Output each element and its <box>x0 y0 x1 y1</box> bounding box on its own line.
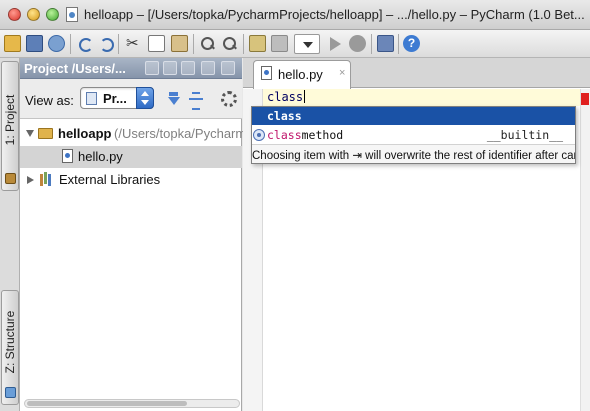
completion-item-text: classmethod <box>267 128 343 142</box>
tab-hello-py[interactable]: hello.py × <box>253 60 351 89</box>
libraries-icon <box>40 172 54 186</box>
view-as-stepper[interactable] <box>136 87 154 109</box>
structure-tool-icon <box>5 387 16 398</box>
code-text: class <box>267 90 304 104</box>
left-tool-stripe: 1: Project Z: Structure <box>0 58 20 411</box>
toolbar-separator <box>118 34 119 54</box>
view-as-value: Pr... <box>103 91 127 106</box>
navigate-up-icon[interactable] <box>249 35 266 52</box>
help-icon[interactable]: ? <box>403 35 420 52</box>
project-horizontal-scrollbar[interactable] <box>24 399 240 408</box>
project-tool-label: 1: Project <box>3 94 17 145</box>
project-panel-title: Project /Users/... <box>24 61 126 76</box>
text-caret <box>304 90 306 103</box>
current-line-highlight <box>263 89 580 106</box>
paste-icon[interactable] <box>171 35 188 52</box>
collapsed-arrow-icon[interactable] <box>27 176 34 184</box>
toolbar-separator <box>243 34 244 54</box>
completion-item-text: class <box>267 109 302 123</box>
tree-node-label: helloapp <box>58 126 112 141</box>
project-tool-button[interactable]: 1: Project <box>1 61 19 191</box>
title-bar: helloapp – [/Users/topka/PycharmProjects… <box>0 0 590 30</box>
expanded-arrow-icon[interactable] <box>26 130 34 137</box>
main-toolbar: ? <box>0 30 590 58</box>
tree-node-label: External Libraries <box>59 172 161 187</box>
completion-match-text: class <box>267 109 302 123</box>
tree-node-path: (/Users/topka/PycharmP <box>114 126 255 141</box>
project-panel-header: Project /Users/... <box>20 58 242 79</box>
debug-icon[interactable] <box>349 35 366 52</box>
toolbar-separator <box>70 34 71 54</box>
navigate-down-icon[interactable] <box>271 35 288 52</box>
settings-icon[interactable] <box>377 35 394 52</box>
editor-tab-bar: hello.py × <box>243 58 590 89</box>
tree-node-label: hello.py <box>78 149 123 164</box>
view-as-label: View as: <box>25 93 74 108</box>
collapse-all-icon[interactable] <box>188 91 204 110</box>
tab-label: hello.py <box>278 67 323 82</box>
close-tab-icon[interactable]: × <box>339 67 345 79</box>
project-tool-icon <box>5 173 16 184</box>
run-icon[interactable] <box>326 35 343 52</box>
project-view-icon <box>86 92 97 105</box>
toolbar-separator <box>193 34 194 54</box>
window-title: helloapp – [/Users/topka/PycharmProjects… <box>84 7 585 22</box>
zoom-window-button[interactable] <box>46 8 59 21</box>
find-icon[interactable] <box>199 35 216 52</box>
toolbar-separator <box>371 34 372 54</box>
toolbar-separator <box>398 34 399 54</box>
tree-row-hello-py[interactable]: hello.py <box>20 146 242 168</box>
cut-icon[interactable] <box>124 34 141 52</box>
document-proxy-icon <box>66 7 78 22</box>
synchronize-icon[interactable] <box>48 35 65 52</box>
tree-row-external-libraries[interactable]: External Libraries <box>20 169 242 191</box>
open-folder-icon[interactable] <box>4 35 21 52</box>
completion-match-text: class <box>267 128 302 142</box>
structure-tool-label: Z: Structure <box>3 310 17 374</box>
project-panel: Project /Users/... View as: Pr... helloa… <box>20 58 255 411</box>
close-window-button[interactable] <box>8 8 21 21</box>
completion-rest-text: method <box>301 128 344 142</box>
view-as-select[interactable]: Pr... <box>80 87 154 109</box>
save-icon[interactable] <box>26 35 43 52</box>
copy-icon[interactable] <box>148 35 165 52</box>
scroll-from-source-icon[interactable] <box>166 91 182 107</box>
panel-float-icon[interactable] <box>145 61 159 75</box>
completion-hint-text: Choosing item with ⇥ will overwrite the … <box>252 150 575 162</box>
code-completion-popup: class classmethod __builtin__ Choosing i… <box>251 106 576 164</box>
completion-hint-bar: Choosing item with ⇥ will overwrite the … <box>252 144 575 163</box>
panel-pin-icon[interactable] <box>181 61 195 75</box>
structure-tool-button[interactable]: Z: Structure <box>1 290 19 405</box>
tree-row-helloapp[interactable]: helloapp (/Users/topka/PycharmP <box>20 123 255 145</box>
panel-minimize-icon[interactable] <box>201 61 215 75</box>
completion-type: __builtin__ <box>486 128 563 142</box>
folder-icon <box>38 128 53 139</box>
minimize-window-button[interactable] <box>27 8 40 21</box>
view-as-row: View as: Pr... <box>20 79 242 119</box>
completion-item[interactable]: classmethod __builtin__ <box>252 126 575 144</box>
redo-icon[interactable] <box>97 35 114 52</box>
python-file-icon <box>261 66 272 80</box>
error-marker[interactable] <box>581 93 589 105</box>
code-line[interactable]: class <box>267 90 306 104</box>
panel-hide-icon[interactable] <box>221 61 235 75</box>
python-file-icon <box>62 149 73 163</box>
completion-item[interactable]: class <box>252 107 575 125</box>
undo-icon[interactable] <box>76 35 93 52</box>
panel-dock-icon[interactable] <box>163 61 177 75</box>
error-stripe <box>580 89 590 411</box>
run-config-dropdown[interactable] <box>294 34 320 54</box>
replace-icon[interactable] <box>221 35 238 52</box>
gear-icon[interactable] <box>221 91 237 107</box>
method-icon <box>253 129 265 141</box>
